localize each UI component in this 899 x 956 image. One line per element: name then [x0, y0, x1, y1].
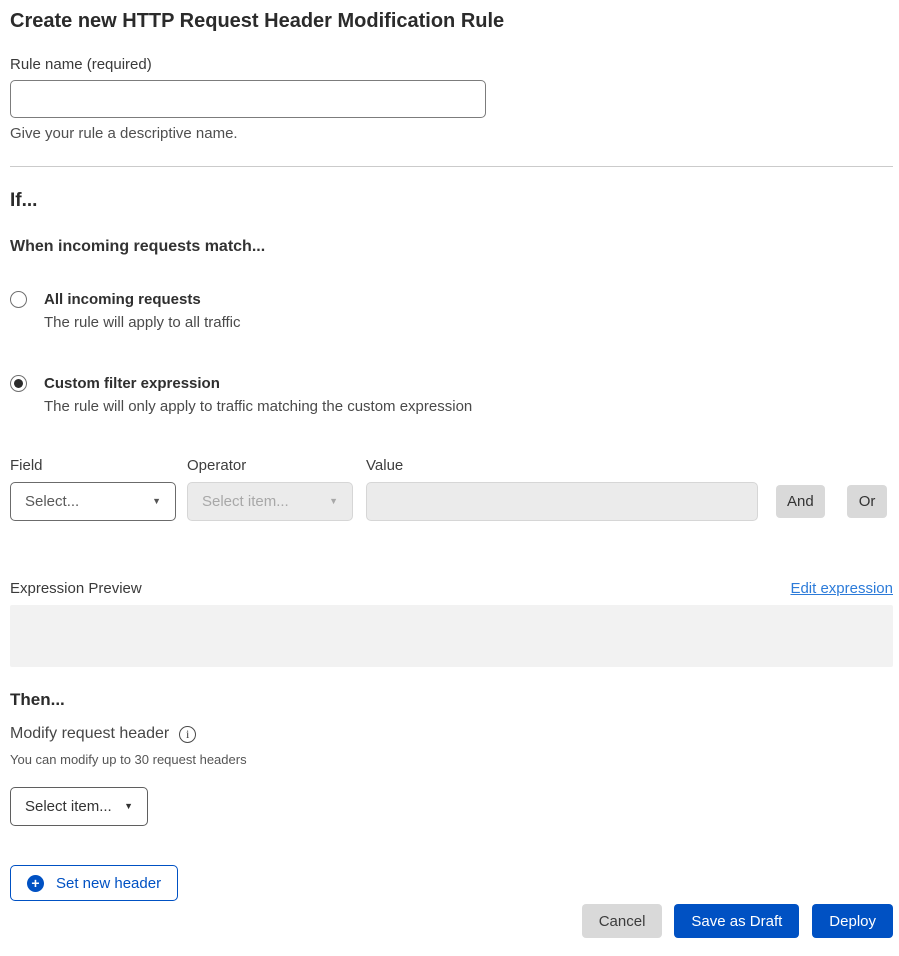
option-description: The rule will only apply to traffic matc…	[44, 395, 472, 419]
then-heading: Then...	[10, 689, 893, 710]
option-custom-filter-expression[interactable]: Custom filter expression The rule will o…	[10, 373, 893, 419]
header-limit-helper: You can modify up to 30 request headers	[10, 752, 893, 767]
plus-circle-icon: +	[27, 875, 44, 892]
cancel-button[interactable]: Cancel	[582, 904, 663, 938]
match-subheading: When incoming requests match...	[10, 237, 893, 257]
deploy-button[interactable]: Deploy	[812, 904, 893, 938]
rule-name-helper: Give your rule a descriptive name.	[10, 125, 893, 143]
save-as-draft-button[interactable]: Save as Draft	[674, 904, 799, 938]
modify-request-header-label: Modify request header	[10, 724, 169, 744]
page-title: Create new HTTP Request Header Modificat…	[10, 8, 893, 34]
option-label: All incoming requests	[44, 289, 240, 311]
set-new-header-label: Set new header	[56, 875, 161, 892]
radio-all-incoming-requests[interactable]	[10, 291, 27, 308]
edit-expression-link[interactable]: Edit expression	[790, 580, 893, 597]
section-divider	[10, 166, 893, 167]
info-icon[interactable]: i	[179, 726, 196, 743]
chevron-down-icon: ▼	[152, 497, 161, 506]
value-label: Value	[366, 456, 758, 476]
expression-builder-row: Field Select... ▼ Operator Select item..…	[10, 456, 893, 521]
radio-custom-filter-expression[interactable]	[10, 375, 27, 392]
chevron-down-icon: ▼	[329, 497, 338, 506]
create-rule-form: Create new HTTP Request Header Modificat…	[0, 0, 899, 938]
option-all-incoming-requests[interactable]: All incoming requests The rule will appl…	[10, 289, 893, 335]
field-label: Field	[10, 456, 176, 476]
expression-preview-box	[10, 605, 893, 667]
header-item-select[interactable]: Select item... ▼	[10, 787, 148, 826]
chevron-down-icon: ▼	[124, 802, 133, 811]
if-heading: If...	[10, 189, 893, 213]
value-input[interactable]	[366, 482, 758, 521]
rule-name-label: Rule name (required)	[10, 56, 893, 74]
and-button[interactable]: And	[776, 485, 825, 518]
expression-preview-header: Expression Preview Edit expression	[10, 579, 893, 598]
option-description: The rule will apply to all traffic	[44, 311, 240, 335]
operator-select-value: Select item...	[202, 493, 289, 510]
rule-name-input[interactable]	[10, 80, 486, 118]
operator-select[interactable]: Select item... ▼	[187, 482, 353, 521]
option-label: Custom filter expression	[44, 373, 472, 395]
or-button[interactable]: Or	[847, 485, 888, 518]
expression-preview-label: Expression Preview	[10, 579, 142, 598]
set-new-header-button[interactable]: + Set new header	[10, 865, 178, 901]
form-footer: Cancel Save as Draft Deploy	[10, 904, 893, 938]
field-select-value: Select...	[25, 493, 79, 510]
operator-label: Operator	[187, 456, 353, 476]
header-item-select-value: Select item...	[25, 798, 112, 815]
field-select[interactable]: Select... ▼	[10, 482, 176, 521]
